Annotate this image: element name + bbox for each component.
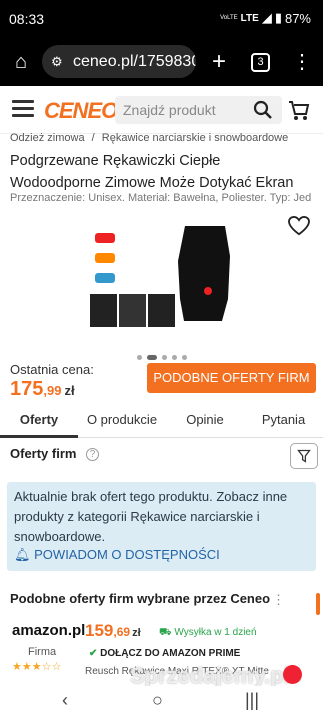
offer-price-currency: zł (132, 627, 141, 639)
no-offers-info-box: Aktualnie brak ofert tego produktu. Zoba… (7, 482, 316, 571)
search-icon[interactable] (253, 100, 273, 120)
product-title: Podgrzewane Rękawiczki Ciepłe Wodoodporn… (10, 153, 294, 191)
url-bar[interactable]: ⚙ ceneo.pl/1759830 (42, 45, 196, 78)
product-image[interactable] (90, 221, 240, 341)
battery-icon: ▮ (274, 10, 282, 25)
breadcrumb: Odzież zimowa / Rękawice narciarskie i s… (10, 132, 288, 144)
carousel-dot[interactable] (137, 355, 142, 360)
shop-type-label: Firma (28, 646, 57, 658)
product-price: 175,99 zł (10, 378, 75, 401)
browser-toolbar: ⌂ ⚙ ceneo.pl/1759830 + 3 ⋮ (0, 38, 323, 86)
tab-reviews[interactable]: Opinie (166, 404, 244, 438)
search-input[interactable]: Znajdź produkt (115, 96, 282, 124)
tab-about[interactable]: O produkcie (78, 404, 166, 438)
android-nav-bar: ‹ ○ ||| (0, 686, 323, 720)
thumbnail-strip (90, 294, 175, 327)
cart-icon[interactable] (288, 100, 310, 122)
status-icons: VoLTE LTE ◢ ▮ 87% (220, 10, 311, 26)
help-icon[interactable]: ? (86, 448, 99, 461)
carousel-dot[interactable] (182, 355, 187, 360)
site-settings-icon[interactable]: ⚙ (51, 45, 63, 78)
offers-header: Oferty firm (10, 446, 77, 461)
tab-questions[interactable]: Pytania (244, 404, 323, 438)
favorite-heart-icon[interactable] (288, 216, 310, 236)
tab-offers[interactable]: Oferty (0, 404, 78, 438)
new-tab-icon[interactable]: + (206, 49, 232, 75)
similar-offers-button[interactable]: PODOBNE OFERTY FIRM (147, 363, 316, 393)
signal-icon: ◢ (261, 10, 272, 25)
carousel-dot[interactable] (162, 355, 167, 360)
battery-level: 87% (284, 10, 311, 26)
breadcrumb-item[interactable]: Rękawice narciarskie i snowboardowe (102, 132, 288, 144)
price-decimal: ,99 (43, 383, 62, 398)
price-label: Ostatnia cena: (10, 362, 94, 377)
offer-price: 159,69 zł (85, 621, 141, 641)
breadcrumb-separator: / (91, 132, 95, 144)
carousel-dot[interactable] (172, 355, 177, 360)
check-icon: ✔ (89, 648, 98, 659)
offer-price-integer: 159 (85, 621, 114, 640)
price-currency: zł (64, 383, 75, 398)
tab-bar: Oferty O produkcie Opinie Pytania (0, 404, 323, 438)
volte-label: VoLTE (220, 15, 238, 21)
back-icon[interactable]: ‹ (62, 690, 68, 711)
more-options-icon[interactable]: ⋮ (272, 592, 285, 608)
ceneo-logo[interactable]: CENEO (44, 98, 118, 124)
search-placeholder: Znajdź produkt (123, 102, 216, 118)
shop-rating-stars: ★★★☆☆ (12, 661, 62, 673)
price-integer: 175 (10, 378, 44, 400)
more-menu-icon[interactable]: ⋮ (289, 49, 315, 75)
home-circle-icon[interactable]: ○ (152, 690, 163, 711)
status-time: 08:33 (9, 11, 45, 27)
lte-label: LTE (240, 12, 259, 24)
carousel-dots (137, 355, 187, 360)
similar-offers-header: Podobne oferty firm wybrane przez Ceneo (10, 591, 271, 606)
offer-price-decimal: ,69 (113, 625, 131, 639)
amazon-logo[interactable]: amazon.pl (12, 622, 85, 639)
watermark-logo-icon (283, 665, 302, 684)
site-header: CENEO Znajdź produkt (0, 86, 323, 134)
shipping-text: Wysyłka w 1 dzień (174, 627, 257, 638)
scroll-indicator (316, 593, 320, 615)
truck-icon: ⛟ (159, 627, 172, 638)
filter-button[interactable] (290, 443, 318, 469)
product-meta: Przeznaczenie: Unisex. Materiał: Bawełna… (10, 192, 312, 204)
bell-icon: 🔔︎ (14, 547, 31, 562)
notify-availability-link[interactable]: 🔔︎ POWIADOM O DOSTĘPNOŚCI (14, 547, 220, 563)
shipping-info: ⛟ Wysyłka w 1 dzień (159, 627, 257, 640)
recent-apps-icon[interactable]: ||| (245, 690, 259, 711)
status-bar: 08:33 VoLTE LTE ◢ ▮ 87% (0, 0, 323, 38)
carousel-dot-active[interactable] (147, 355, 157, 360)
url-text: ceneo.pl/1759830 (73, 53, 196, 70)
breadcrumb-item[interactable]: Odzież zimowa (10, 132, 85, 144)
notify-label: POWIADOM O DOSTĘPNOŚCI (34, 547, 220, 562)
heat-level-indicator (95, 233, 115, 283)
no-offers-text: Aktualnie brak ofert tego produktu. Zoba… (14, 489, 288, 544)
prime-promo[interactable]: ✔ DOŁĄCZ DO AMAZON PRIME (89, 648, 240, 659)
home-icon[interactable]: ⌂ (8, 49, 34, 75)
hamburger-menu-icon[interactable] (12, 100, 34, 118)
tabs-count-button[interactable]: 3 (251, 53, 270, 72)
glove-main (178, 226, 230, 321)
prime-text: DOŁĄCZ DO AMAZON PRIME (100, 648, 241, 659)
